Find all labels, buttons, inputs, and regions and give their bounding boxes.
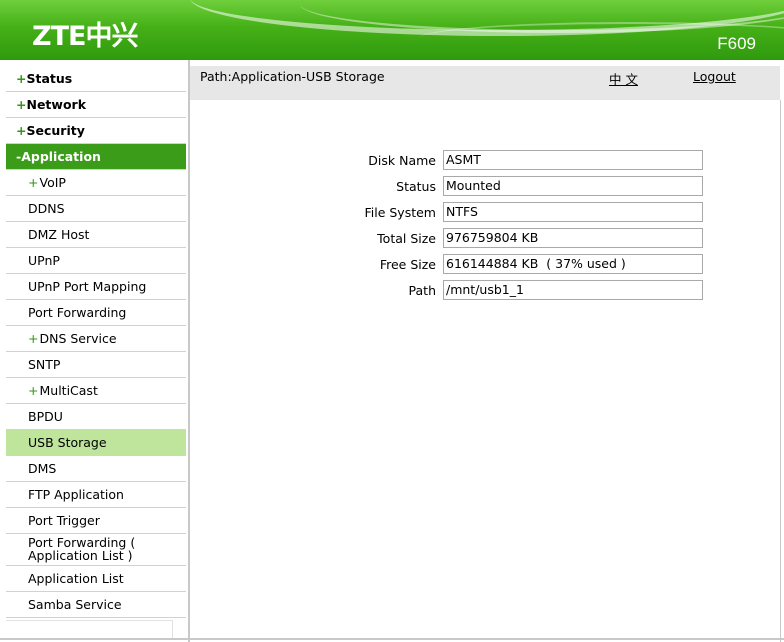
sidebar-item-label: Samba Service [28, 597, 122, 612]
sidebar-item-label: Port Trigger [28, 513, 100, 528]
sidebar-item-label: Status [26, 71, 73, 86]
sidebar-item-label: Network [26, 97, 87, 112]
sidebar-item-label: UPnP [28, 253, 60, 268]
path-label: Path [408, 283, 436, 298]
sidebar-footer [6, 620, 173, 639]
expand-plus-icon: + [28, 383, 39, 398]
sidebar-item-samba-service[interactable]: Samba Service [6, 592, 186, 618]
total-size-label: Total Size [377, 231, 436, 246]
free-size-label: Free Size [379, 257, 436, 272]
sidebar-item-label: DMS [28, 461, 57, 476]
sidebar-item-label: DDNS [28, 201, 65, 216]
expand-plus-icon: + [28, 331, 39, 346]
sidebar-menu: +Status +Network +Security -Application … [6, 66, 186, 618]
sidebar-item-label: FTP Application [28, 487, 124, 502]
sidebar-item-port-forwarding[interactable]: Port Forwarding [6, 300, 186, 326]
sidebar-item-label: UPnP Port Mapping [28, 279, 147, 294]
sidebar-item-label: BPDU [28, 409, 63, 424]
disk-name-field: ASMT [443, 150, 703, 170]
device-model: F609 [717, 34, 756, 53]
sidebar-item-application[interactable]: -Application [6, 144, 186, 170]
status-label: Status [396, 179, 436, 194]
sidebar-item-label: DMZ Host [28, 227, 90, 242]
sidebar-item-port-forwarding-application-list[interactable]: Port Forwarding (Application List ) [6, 534, 186, 566]
zte-logo: ZTE中兴 [32, 21, 138, 52]
logout-link[interactable]: Logout [693, 69, 736, 84]
bottom-border [0, 638, 784, 640]
sidebar-item-dmz-host[interactable]: DMZ Host [6, 222, 186, 248]
sidebar-item-ftp-application[interactable]: FTP Application [6, 482, 186, 508]
expand-plus-icon: + [28, 175, 39, 190]
sidebar-item-sntp[interactable]: SNTP [6, 352, 186, 378]
sidebar-item-label: Application [21, 149, 101, 164]
sidebar-item-bpdu[interactable]: BPDU [6, 404, 186, 430]
free-size-field: 616144884 KB ( 37% used ) [443, 254, 703, 274]
expand-plus-icon: + [16, 123, 27, 138]
sidebar-item-voip[interactable]: +VoIP [6, 170, 186, 196]
disk-name-label: Disk Name [368, 153, 436, 168]
sidebar-item-port-trigger[interactable]: Port Trigger [6, 508, 186, 534]
sidebar-item-label: Port Forwarding [28, 305, 127, 320]
header-banner: ZTE中兴 F609 [0, 0, 784, 60]
content-border [780, 100, 781, 642]
sidebar-item-label-line2: Application List ) [28, 548, 133, 563]
sidebar-item-application-list[interactable]: Application List [6, 566, 186, 592]
sidebar-item-network[interactable]: +Network [6, 92, 186, 118]
sidebar-item-dms[interactable]: DMS [6, 456, 186, 482]
sidebar-item-ddns[interactable]: DDNS [6, 196, 186, 222]
path-bar: Path:Application-USB Storage 中 文 Logout [190, 66, 780, 100]
language-link[interactable]: 中 文 [609, 69, 638, 88]
sidebar-item-label: MultiCast [39, 383, 98, 398]
expand-plus-icon: + [16, 71, 27, 86]
file-system-label: File System [364, 205, 436, 220]
sidebar-item-security[interactable]: +Security [6, 118, 186, 144]
sidebar-item-label: DNS Service [39, 331, 117, 346]
sidebar-item-upnp-port-mapping[interactable]: UPnP Port Mapping [6, 274, 186, 300]
sidebar-item-label: Security [26, 123, 85, 138]
status-field: Mounted [443, 176, 703, 196]
sidebar-item-label: Application List [28, 571, 124, 586]
sidebar-item-label: SNTP [28, 357, 61, 372]
sidebar-item-dns-service[interactable]: +DNS Service [6, 326, 186, 352]
sidebar-item-label: VoIP [39, 175, 66, 190]
file-system-field: NTFS [443, 202, 703, 222]
sidebar-item-status[interactable]: +Status [6, 66, 186, 92]
total-size-field: 976759804 KB [443, 228, 703, 248]
sidebar-item-usb-storage[interactable]: USB Storage [6, 430, 186, 456]
path-field: /mnt/usb1_1 [443, 280, 703, 300]
sidebar-item-label: USB Storage [28, 435, 107, 450]
expand-plus-icon: + [16, 97, 27, 112]
breadcrumb: Path:Application-USB Storage [200, 69, 385, 84]
sidebar-item-upnp[interactable]: UPnP [6, 248, 186, 274]
sidebar-item-multicast[interactable]: +MultiCast [6, 378, 186, 404]
